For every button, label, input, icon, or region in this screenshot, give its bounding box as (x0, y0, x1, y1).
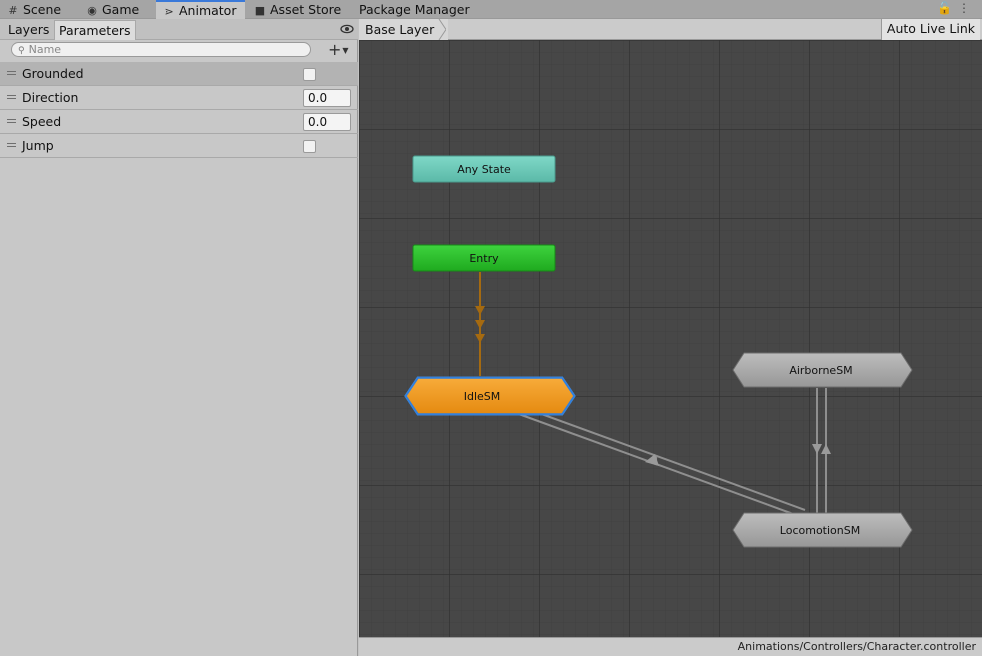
auto-live-link-button[interactable]: Auto Live Link (880, 19, 980, 40)
graph-svg: Any State Entry IdleSM AirborneSM Locomo… (359, 19, 982, 656)
drag-handle-icon[interactable] (7, 95, 16, 99)
plus-icon: + (328, 40, 342, 59)
parameter-name[interactable]: Speed (22, 114, 61, 129)
kebab-menu-icon[interactable]: ⋮ (958, 1, 976, 15)
status-bar: Animations/Controllers/Character.control… (359, 637, 982, 656)
entry-label: Entry (469, 252, 499, 265)
panel-subtabs: Layers Parameters (0, 19, 358, 40)
parameter-row-direction[interactable]: Direction 0.0 (0, 86, 358, 110)
search-placeholder: Name (28, 43, 62, 56)
search-icon: ⚲ (18, 46, 25, 56)
parameter-list: Grounded Direction 0.0 Speed 0.0 Jump (0, 62, 358, 158)
tab-animator[interactable]: ⋗ Animator (156, 0, 245, 19)
idle-state-machine-node[interactable]: IdleSM (404, 376, 576, 416)
bag-icon: ■ (254, 4, 266, 17)
window-controls: 🔓⋮ (937, 1, 976, 15)
grounded-checkbox[interactable] (303, 68, 316, 81)
tab-scene-label: Scene (23, 2, 62, 17)
direction-value-field[interactable]: 0.0 (303, 89, 351, 107)
tab-package-manager-label: Package Manager (359, 2, 470, 17)
drag-handle-icon[interactable] (7, 143, 16, 147)
parameter-search-input[interactable]: ⚲ Name (11, 42, 311, 57)
animator-graph[interactable]: Base Layer Auto Live Link Any State Entr… (359, 19, 982, 656)
tab-package-manager[interactable]: Package Manager (359, 0, 470, 19)
parameter-name[interactable]: Direction (22, 90, 78, 105)
airborne-state-machine-node[interactable]: AirborneSM (732, 352, 913, 388)
search-row: ⚲ Name +▼ (0, 40, 358, 61)
tab-asset-store-label: Asset Store (270, 2, 342, 17)
tab-layers[interactable]: Layers (4, 20, 53, 40)
speed-value-field[interactable]: 0.0 (303, 113, 351, 131)
tab-animator-label: Animator (179, 3, 237, 18)
gamepad-icon: ◉ (87, 4, 97, 17)
parameter-row-grounded[interactable]: Grounded (0, 62, 358, 86)
tab-game-label: Game (102, 2, 140, 17)
breadcrumb: Base Layer Auto Live Link (359, 19, 982, 40)
eye-icon[interactable] (340, 22, 354, 36)
any-state-label: Any State (457, 163, 511, 176)
tab-asset-store[interactable]: ■ Asset Store (253, 0, 341, 19)
entry-node[interactable]: Entry (412, 244, 556, 272)
idle-label: IdleSM (464, 390, 501, 403)
animator-window: # Scene ◉ Game ⋗ Animator ■ Asset Store Pack… (0, 0, 982, 656)
locomotion-label: LocomotionSM (780, 524, 860, 537)
tab-parameters[interactable]: Parameters (54, 20, 136, 40)
breadcrumb-arrow-icon (435, 19, 446, 40)
editor-tab-bar: # Scene ◉ Game ⋗ Animator ■ Asset Store Pack… (0, 0, 982, 19)
drag-handle-icon[interactable] (7, 71, 16, 75)
controller-path: Animations/Controllers/Character.control… (737, 640, 976, 653)
jump-trigger-checkbox[interactable] (303, 140, 316, 153)
grid-icon: # (8, 4, 18, 17)
locomotion-state-machine-node[interactable]: LocomotionSM (732, 512, 913, 548)
animator-icon: ⋗ (164, 5, 174, 18)
parameter-name[interactable]: Jump (22, 138, 54, 153)
tab-scene[interactable]: # Scene (6, 0, 61, 19)
add-parameter-button[interactable]: +▼ (328, 41, 349, 59)
any-state-node[interactable]: Any State (412, 155, 556, 183)
parameter-name[interactable]: Grounded (22, 66, 84, 81)
parameter-row-speed[interactable]: Speed 0.0 (0, 110, 358, 134)
tab-game[interactable]: ◉ Game (85, 0, 139, 19)
drag-handle-icon[interactable] (7, 119, 16, 123)
chevron-down-icon: ▼ (342, 46, 349, 55)
airborne-label: AirborneSM (789, 364, 852, 377)
graph-canvas[interactable]: Any State Entry IdleSM AirborneSM Locomo… (359, 19, 982, 656)
parameters-panel: Layers Parameters ⚲ Name +▼ Grounded Dir… (0, 19, 358, 656)
parameter-row-jump[interactable]: Jump (0, 134, 358, 158)
lock-icon[interactable]: 🔓 (937, 1, 958, 15)
